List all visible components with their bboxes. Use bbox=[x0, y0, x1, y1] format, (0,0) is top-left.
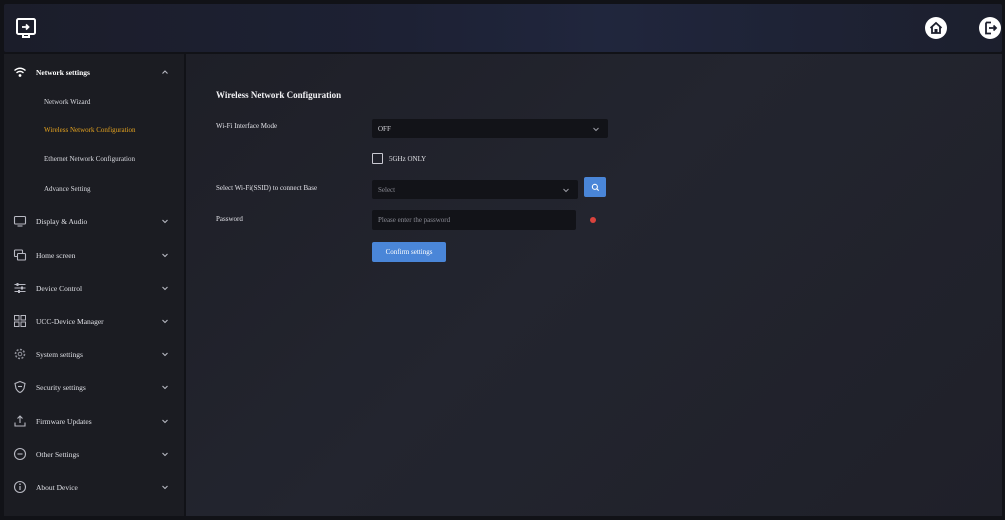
sidebar-item-advance-setting[interactable]: Advance Setting bbox=[4, 175, 184, 203]
chevron-down-icon bbox=[162, 419, 168, 424]
chevron-down-icon bbox=[162, 385, 168, 390]
chevron-down-icon bbox=[593, 127, 599, 131]
nav-group-device-control[interactable]: Device Control bbox=[4, 272, 184, 304]
screen-share-icon bbox=[16, 18, 36, 38]
sidebar-item-ethernet-network-configuration[interactable]: Ethernet Network Configuration bbox=[4, 145, 184, 173]
wifi-mode-value: OFF bbox=[378, 124, 391, 133]
chevron-down-icon bbox=[162, 485, 168, 490]
sidebar: Network settings Network Wizard Wireless… bbox=[4, 54, 184, 516]
nav-group-other-settings[interactable]: Other Settings bbox=[4, 438, 184, 470]
page-title: Wireless Network Configuration bbox=[216, 90, 342, 100]
chevron-down-icon bbox=[162, 352, 168, 357]
logout-icon[interactable] bbox=[978, 16, 1002, 40]
ssid-select[interactable]: Select bbox=[372, 180, 578, 199]
home-icon[interactable] bbox=[924, 16, 948, 40]
main-panel: Wireless Network Configuration Wi-Fi Int… bbox=[186, 54, 1002, 516]
nav-group-label: Other Settings bbox=[36, 449, 80, 459]
search-button[interactable] bbox=[584, 177, 606, 197]
sidebar-item-label: Wireless Network Configuration bbox=[44, 126, 136, 134]
chevron-up-icon bbox=[162, 70, 168, 74]
nav-group-label: UCC-Device Manager bbox=[36, 316, 104, 326]
chevron-down-icon bbox=[162, 253, 168, 258]
sidebar-item-network-wizard[interactable]: Network Wizard bbox=[4, 88, 184, 116]
nav-group-network-settings[interactable]: Network settings bbox=[4, 56, 184, 88]
shield-icon bbox=[14, 380, 26, 394]
gear-icon bbox=[14, 348, 26, 360]
sidebar-item-wireless-network-configuration[interactable]: Wireless Network Configuration bbox=[4, 116, 184, 144]
wifi-mode-label: Wi-Fi Interface Mode bbox=[216, 122, 278, 130]
checkbox-5ghz-only[interactable]: 5GHz ONLY bbox=[372, 153, 426, 164]
wifi-icon bbox=[14, 67, 26, 77]
more-circle-icon bbox=[13, 447, 27, 461]
info-icon bbox=[13, 480, 27, 494]
ssid-label: Select Wi-Fi(SSID) to connect Base bbox=[216, 184, 318, 192]
nav-group-firmware-updates[interactable]: Firmware Updates bbox=[4, 405, 184, 437]
nav-group-label: Security settings bbox=[36, 382, 86, 392]
nav-group-home-screen[interactable]: Home screen bbox=[4, 239, 184, 271]
nav-group-label: About Device bbox=[36, 482, 78, 492]
nav-group-label: System settings bbox=[36, 349, 83, 359]
nav-group-system-settings[interactable]: System settings bbox=[4, 338, 184, 370]
sidebar-item-label: Ethernet Network Configuration bbox=[44, 155, 135, 163]
monitor-icon bbox=[13, 215, 27, 227]
nav-group-label: Home screen bbox=[36, 250, 76, 260]
sidebar-item-label: Network Wizard bbox=[44, 98, 91, 106]
nav-group-about-device[interactable]: About Device bbox=[4, 471, 184, 503]
wifi-mode-select[interactable]: OFF bbox=[372, 119, 608, 138]
nav-group-label: Network settings bbox=[36, 67, 90, 77]
chevron-down-icon bbox=[563, 188, 569, 192]
windows-icon bbox=[13, 249, 27, 261]
grid-icon bbox=[14, 315, 26, 327]
nav-group-label: Device Control bbox=[36, 283, 83, 293]
checkbox-label: 5GHz ONLY bbox=[389, 154, 427, 163]
nav-group-ucc-device-manager[interactable]: UCC-Device Manager bbox=[4, 305, 184, 337]
confirm-settings-button[interactable]: Confirm settings bbox=[372, 242, 446, 262]
checkbox-box[interactable] bbox=[372, 153, 383, 164]
required-indicator bbox=[590, 217, 596, 223]
password-placeholder: Please enter the password bbox=[378, 216, 451, 224]
search-icon bbox=[591, 183, 599, 191]
sidebar-item-label: Advance Setting bbox=[44, 185, 91, 193]
nav-group-security-settings[interactable]: Security settings bbox=[4, 371, 184, 403]
nav-group-display-audio[interactable]: Display & Audio bbox=[4, 205, 184, 237]
upload-icon bbox=[14, 415, 26, 427]
chevron-down-icon bbox=[162, 286, 168, 291]
chevron-down-icon bbox=[162, 219, 168, 224]
password-field[interactable]: Please enter the password bbox=[372, 210, 576, 230]
top-bar bbox=[4, 4, 1002, 52]
chevron-down-icon bbox=[162, 319, 168, 324]
sliders-icon bbox=[14, 283, 26, 293]
nav-group-label: Display & Audio bbox=[36, 216, 88, 226]
chevron-down-icon bbox=[162, 452, 168, 457]
nav-group-label: Firmware Updates bbox=[36, 416, 92, 426]
password-label: Password bbox=[216, 215, 243, 223]
ssid-placeholder: Select bbox=[378, 185, 396, 194]
